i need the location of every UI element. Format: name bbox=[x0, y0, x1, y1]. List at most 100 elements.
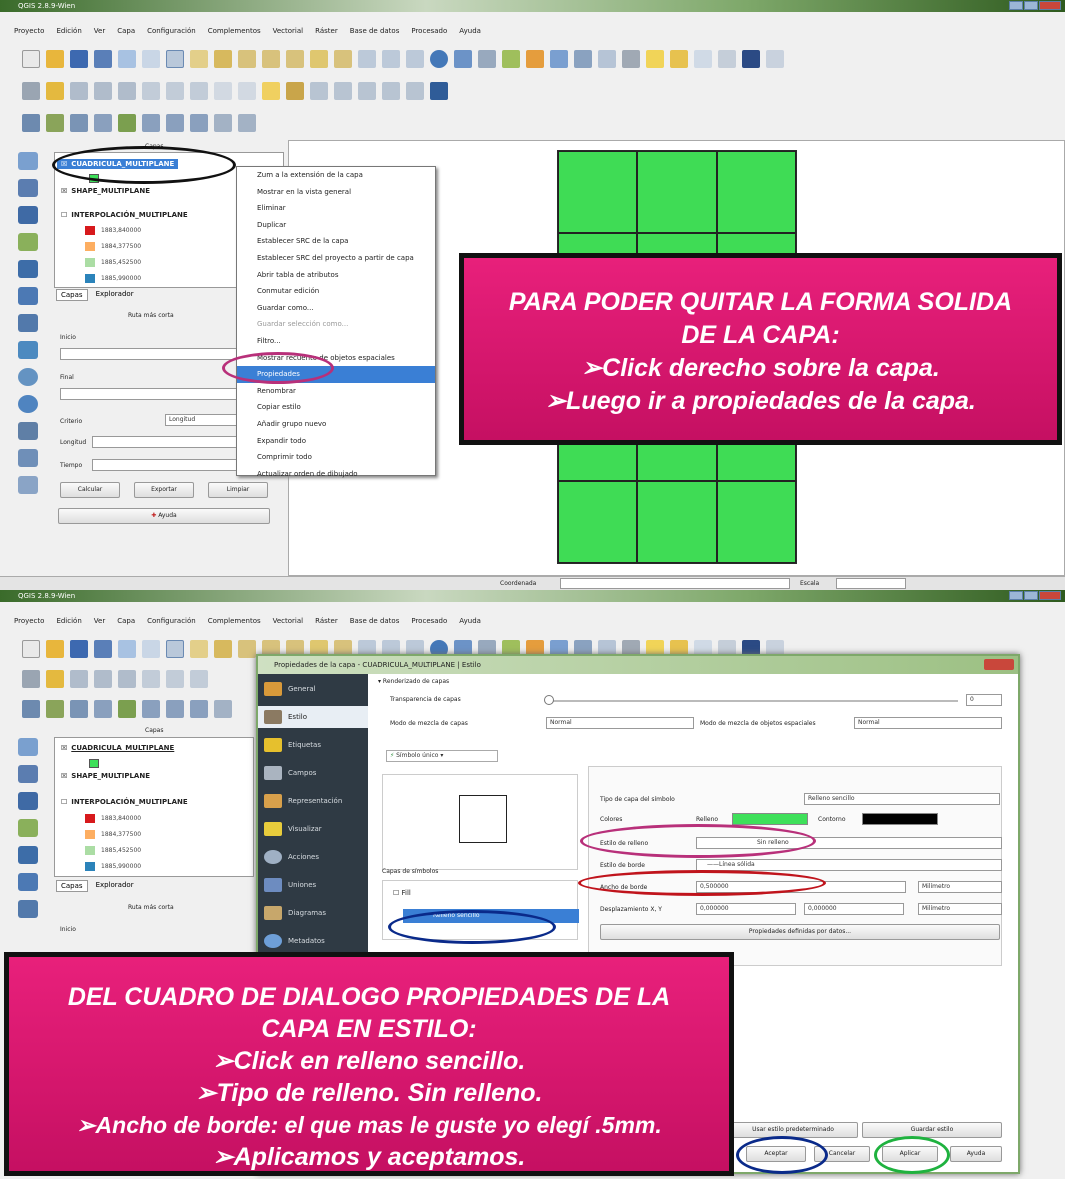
side-estilo[interactable]: Estilo bbox=[258, 706, 368, 728]
menu-ayuda[interactable]: Ayuda bbox=[459, 617, 481, 625]
cut-icon[interactable] bbox=[190, 82, 208, 100]
text-annotation-icon[interactable] bbox=[718, 50, 736, 68]
context-open-attribute-table[interactable]: Abrir tabla de atributos bbox=[237, 267, 435, 284]
menu-complementos[interactable]: Complementos bbox=[208, 27, 261, 35]
bookmark-icon[interactable] bbox=[670, 50, 688, 68]
toggle-edit-icon[interactable] bbox=[46, 670, 64, 688]
add-postgis-icon[interactable] bbox=[70, 700, 88, 718]
context-show-overview[interactable]: Mostrar en la vista general bbox=[237, 184, 435, 201]
coordinate-input[interactable] bbox=[560, 578, 790, 589]
menu-vectorial[interactable]: Vectorial bbox=[273, 27, 304, 35]
tab-capas[interactable]: Capas bbox=[56, 289, 88, 301]
offset-y-spinbox[interactable]: 0,000000 bbox=[804, 903, 904, 915]
layer-cuadricula[interactable]: ☒ CUADRICULA_MULTIPLANE bbox=[61, 744, 174, 752]
tab-capas[interactable]: Capas bbox=[56, 880, 88, 892]
add-wms-icon[interactable] bbox=[142, 700, 160, 718]
field-calc-icon[interactable] bbox=[622, 50, 640, 68]
layer-visibility-checkbox[interactable]: ☒ bbox=[61, 772, 67, 780]
add-wfs-icon[interactable] bbox=[190, 114, 208, 132]
transparency-slider[interactable] bbox=[548, 700, 958, 702]
layer-visibility-checkbox[interactable]: ☐ bbox=[61, 798, 67, 806]
menu-edicion[interactable]: Edición bbox=[56, 27, 81, 35]
menu-base-de-datos[interactable]: Base de datos bbox=[350, 617, 400, 625]
composer-manager-icon[interactable] bbox=[142, 50, 160, 68]
whats-this-icon[interactable] bbox=[766, 50, 784, 68]
delete-selected-icon[interactable] bbox=[166, 82, 184, 100]
measure-icon[interactable] bbox=[550, 50, 568, 68]
minimize-icon[interactable] bbox=[1009, 1, 1023, 10]
new-project-icon[interactable] bbox=[22, 50, 40, 68]
layer-shape[interactable]: ☒ SHAPE_MULTIPLANE bbox=[61, 187, 150, 195]
touch-zoom-icon[interactable] bbox=[190, 50, 208, 68]
maximize-icon[interactable] bbox=[1024, 591, 1038, 600]
context-add-group[interactable]: Añadir grupo nuevo bbox=[237, 416, 435, 433]
deselect-icon[interactable] bbox=[526, 50, 544, 68]
context-update-drawing-order[interactable]: Actualizar orden de dibujado bbox=[237, 466, 435, 483]
context-collapse-all[interactable]: Comprimir todo bbox=[237, 449, 435, 466]
virtual-layer-icon[interactable] bbox=[18, 422, 38, 440]
add-postgis-icon[interactable] bbox=[70, 114, 88, 132]
raster-tool-icon[interactable] bbox=[18, 765, 38, 783]
touch-zoom-icon[interactable] bbox=[190, 640, 208, 658]
new-spatialite-icon[interactable] bbox=[238, 114, 256, 132]
node-tool-icon[interactable] bbox=[142, 82, 160, 100]
add-mssql-icon[interactable] bbox=[118, 114, 136, 132]
zoom-full-icon[interactable] bbox=[310, 50, 328, 68]
mssql-tool-icon[interactable] bbox=[18, 846, 38, 864]
zoom-in-icon[interactable] bbox=[238, 50, 256, 68]
select-polygon-icon[interactable] bbox=[502, 50, 520, 68]
transparency-spinbox[interactable]: 0 bbox=[966, 694, 1002, 706]
new-layer-icon[interactable] bbox=[18, 476, 38, 494]
blend-select[interactable]: Normal bbox=[546, 717, 694, 729]
composer-manager-icon[interactable] bbox=[142, 640, 160, 658]
close-icon[interactable] bbox=[1039, 591, 1061, 600]
zoom-in-icon[interactable] bbox=[238, 640, 256, 658]
add-feature-icon[interactable] bbox=[94, 670, 112, 688]
minimize-icon[interactable] bbox=[1009, 591, 1023, 600]
new-shapefile-icon[interactable] bbox=[214, 700, 232, 718]
maximize-icon[interactable] bbox=[1024, 1, 1038, 10]
context-rename[interactable]: Renombrar bbox=[237, 383, 435, 400]
menu-capa[interactable]: Capa bbox=[117, 27, 135, 35]
add-wcs-icon[interactable] bbox=[166, 114, 184, 132]
cut-icon[interactable] bbox=[190, 670, 208, 688]
print-composer-icon[interactable] bbox=[118, 640, 136, 658]
calculate-button[interactable]: Calcular bbox=[60, 482, 120, 498]
end-point-input[interactable] bbox=[60, 388, 240, 400]
plugin-icon[interactable] bbox=[742, 50, 760, 68]
menu-raster[interactable]: Ráster bbox=[315, 27, 338, 35]
menu-edicion[interactable]: Edición bbox=[56, 617, 81, 625]
tab-explorador[interactable]: Explorador bbox=[92, 289, 138, 301]
side-diagramas[interactable]: Diagramas bbox=[264, 906, 326, 920]
zoom-layer-icon[interactable] bbox=[358, 50, 376, 68]
layer-interpolacion[interactable]: ☐ INTERPOLACIÓN_MULTIPLANE bbox=[61, 211, 188, 219]
pan-selection-icon[interactable] bbox=[214, 50, 232, 68]
context-filter[interactable]: Filtro... bbox=[237, 333, 435, 350]
add-wcs-icon[interactable] bbox=[166, 700, 184, 718]
menu-ver[interactable]: Ver bbox=[94, 617, 105, 625]
side-metadatos[interactable]: Metadatos bbox=[264, 934, 325, 948]
add-spatialite-icon[interactable] bbox=[94, 114, 112, 132]
spatialite-tool-icon[interactable] bbox=[18, 233, 38, 251]
print-composer-icon[interactable] bbox=[118, 50, 136, 68]
move-label-icon[interactable] bbox=[334, 82, 352, 100]
pan-selection-icon[interactable] bbox=[214, 640, 232, 658]
delete-selected-icon[interactable] bbox=[166, 670, 184, 688]
menu-raster[interactable]: Ráster bbox=[315, 617, 338, 625]
add-feature-icon[interactable] bbox=[94, 82, 112, 100]
annotation-icon[interactable] bbox=[694, 50, 712, 68]
side-visualizar[interactable]: Visualizar bbox=[264, 822, 322, 836]
postgis-tool-icon[interactable] bbox=[18, 206, 38, 224]
context-expand-all[interactable]: Expandir todo bbox=[237, 433, 435, 450]
add-spatialite-icon[interactable] bbox=[94, 700, 112, 718]
menu-proyecto[interactable]: Proyecto bbox=[14, 27, 44, 35]
python-console-icon[interactable] bbox=[430, 82, 448, 100]
side-general[interactable]: General bbox=[264, 682, 316, 696]
show-label-icon[interactable] bbox=[310, 82, 328, 100]
menu-configuracion[interactable]: Configuración bbox=[147, 617, 196, 625]
menu-complementos[interactable]: Complementos bbox=[208, 617, 261, 625]
menu-procesado[interactable]: Procesado bbox=[411, 27, 447, 35]
spatialite-tool-icon[interactable] bbox=[18, 819, 38, 837]
pin-label-icon[interactable] bbox=[286, 82, 304, 100]
menu-configuracion[interactable]: Configuración bbox=[147, 27, 196, 35]
